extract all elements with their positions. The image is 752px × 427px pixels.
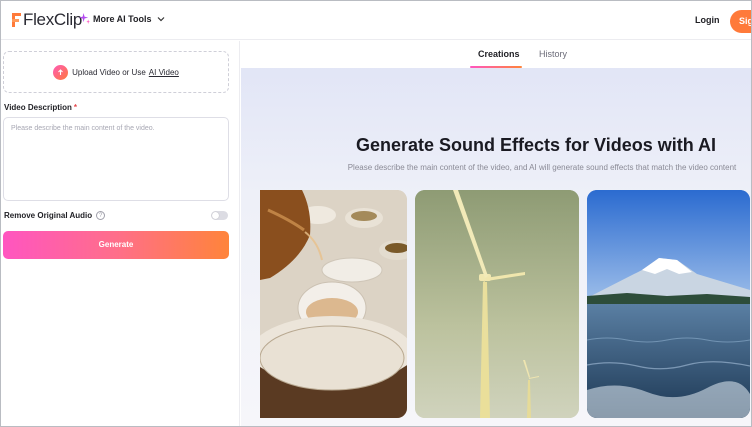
toggle-knob bbox=[212, 212, 219, 219]
active-tab-indicator bbox=[470, 66, 522, 68]
right-panel: Creations History Generate Sound Effects… bbox=[241, 41, 751, 426]
upload-text: Upload Video or Use bbox=[72, 67, 146, 77]
signup-button[interactable]: Sig bbox=[730, 10, 751, 33]
remove-original-audio-row: Remove Original Audio ? bbox=[4, 211, 106, 220]
sample-card-tea[interactable] bbox=[260, 190, 407, 418]
chevron-down-icon bbox=[157, 16, 164, 21]
video-description-label: Video Description * bbox=[4, 103, 77, 112]
generate-button[interactable]: Generate bbox=[3, 231, 229, 259]
remove-audio-toggle[interactable] bbox=[211, 211, 228, 220]
help-question-icon[interactable]: ? bbox=[96, 211, 106, 220]
app-window: FlexClip More AI Tools Login Sig Upload … bbox=[0, 0, 752, 427]
remove-original-audio-label: Remove Original Audio bbox=[4, 211, 93, 220]
flexclip-logo[interactable]: FlexClip bbox=[12, 10, 82, 30]
more-ai-tools-menu[interactable]: More AI Tools bbox=[79, 13, 165, 24]
left-panel: Upload Video or Use AI Video Video Descr… bbox=[1, 41, 240, 426]
tab-history[interactable]: History bbox=[539, 49, 567, 59]
upload-video-dropzone[interactable]: Upload Video or Use AI Video bbox=[3, 51, 229, 93]
hero-subtitle: Please describe the main content of the … bbox=[347, 163, 737, 172]
tab-creations[interactable]: Creations bbox=[478, 49, 520, 59]
required-marker: * bbox=[73, 103, 77, 112]
tea-pouring-image bbox=[260, 190, 407, 418]
flexclip-logo-mark-icon bbox=[12, 13, 21, 27]
login-link[interactable]: Login bbox=[695, 15, 720, 25]
hero-title: Generate Sound Effects for Videos with A… bbox=[355, 135, 717, 155]
upload-icon bbox=[53, 64, 69, 80]
tab-bar: Creations History bbox=[241, 41, 751, 68]
logo-text: FlexClip bbox=[23, 10, 83, 29]
top-header: FlexClip More AI Tools Login Sig bbox=[1, 1, 751, 40]
more-ai-tools-label: More AI Tools bbox=[93, 13, 152, 24]
ai-video-link[interactable]: AI Video bbox=[149, 68, 179, 77]
wind-turbine-image bbox=[415, 190, 579, 418]
description-placeholder: Please describe the main content of the … bbox=[11, 125, 155, 132]
video-description-textarea[interactable]: Please describe the main content of the … bbox=[3, 117, 229, 201]
sample-card-mountain-lake[interactable] bbox=[587, 190, 750, 418]
sparkle-icon bbox=[79, 13, 90, 24]
mountain-lake-image bbox=[587, 190, 750, 418]
sample-card-wind-turbine[interactable] bbox=[415, 190, 579, 418]
